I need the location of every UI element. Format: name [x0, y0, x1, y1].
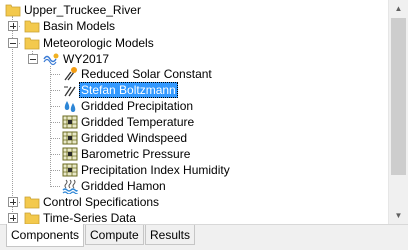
tree-node-gridded-temperature[interactable]: Gridded Temperature	[0, 114, 388, 130]
tree-node-reduced-solar-constant[interactable]: Reduced Solar Constant	[0, 66, 388, 82]
gridded-data-icon	[62, 162, 78, 178]
tree-node-label: Gridded Precipitation	[81, 99, 194, 113]
tab-results[interactable]: Results	[145, 225, 196, 245]
folder-icon	[24, 194, 40, 210]
tree-node-label: Precipitation Index Humidity	[81, 163, 230, 177]
tree-node-root[interactable]: Upper_Truckee_River	[0, 2, 388, 18]
tree-node-basin-models[interactable]: Basin Models	[0, 18, 388, 34]
tree-node-label: Meteorologic Models	[43, 36, 154, 50]
tab-bar: Components Compute Results	[0, 224, 408, 250]
folder-icon	[24, 18, 40, 34]
tree-node-gridded-hamon[interactable]: Gridded Hamon	[0, 178, 388, 194]
sun-icon	[62, 66, 78, 82]
tree-node-label: Reduced Solar Constant	[81, 67, 212, 81]
tab-components[interactable]: Components	[6, 224, 85, 247]
expand-icon[interactable]	[8, 213, 18, 223]
tree-node-time-series-data[interactable]: Time-Series Data	[0, 210, 388, 224]
tree-node-label: Basin Models	[43, 19, 116, 33]
tree-node-stefan-boltzmann[interactable]: Stefan Boltzmann	[0, 82, 388, 98]
collapse-icon[interactable]	[8, 38, 18, 48]
tree-node-control-specifications[interactable]: Control Specifications	[0, 194, 388, 210]
tree-node-label: Barometric Pressure	[81, 147, 191, 161]
tree-node-gridded-precipitation[interactable]: Gridded Precipitation	[0, 98, 388, 114]
tree-node-gridded-windspeed[interactable]: Gridded Windspeed	[0, 130, 388, 146]
evapotranspiration-icon	[62, 178, 78, 194]
tree-node-label: WY2017	[63, 52, 110, 66]
vertical-scrollbar[interactable]: ▲ ▼	[388, 0, 408, 224]
scrollbar-thumb[interactable]	[391, 18, 406, 175]
tree-node-wy2017[interactable]: WY2017	[0, 51, 388, 67]
tree-node-label: Gridded Windspeed	[81, 131, 188, 145]
tab-compute[interactable]: Compute	[85, 225, 144, 245]
folder-open-icon	[24, 35, 40, 51]
tree-node-precipitation-index-humidity[interactable]: Precipitation Index Humidity	[0, 162, 388, 178]
tree-node-label: Gridded Temperature	[81, 115, 195, 129]
tree-node-label: Upper_Truckee_River	[24, 3, 141, 17]
gridded-data-icon	[62, 146, 78, 162]
radiation-icon	[62, 82, 78, 98]
tree-node-meteorologic-models[interactable]: Meteorologic Models	[0, 35, 388, 51]
tree-node-label: Time-Series Data	[43, 211, 136, 224]
folder-icon	[5, 2, 21, 18]
gridded-data-icon	[62, 114, 78, 130]
tree-node-barometric-pressure[interactable]: Barometric Pressure	[0, 146, 388, 162]
precipitation-icon	[62, 98, 78, 114]
scroll-down-arrow-icon[interactable]: ▼	[389, 207, 408, 224]
tree-node-label: Gridded Hamon	[81, 179, 166, 193]
expand-icon[interactable]	[8, 197, 18, 207]
tree-node-label: Stefan Boltzmann	[79, 82, 178, 98]
folder-icon	[24, 210, 40, 224]
expand-icon[interactable]	[8, 21, 18, 31]
meteorologic-model-icon	[42, 51, 59, 67]
collapse-icon[interactable]	[28, 54, 38, 64]
component-tree[interactable]: Upper_Truckee_River Basin Models Meteoro…	[0, 0, 388, 224]
gridded-data-icon	[62, 130, 78, 146]
tree-node-label: Control Specifications	[43, 195, 160, 209]
scroll-up-arrow-icon[interactable]: ▲	[389, 0, 408, 17]
